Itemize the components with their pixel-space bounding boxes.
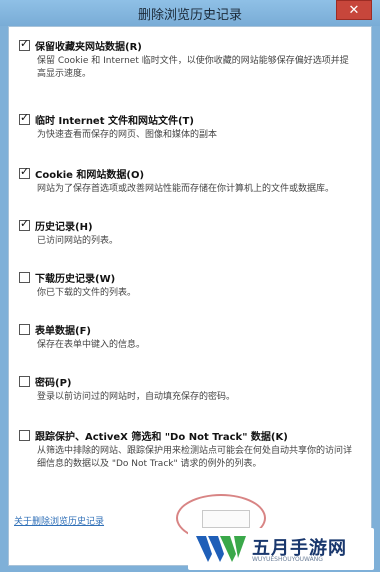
option-title[interactable]: 保留收藏夹网站数据(R) <box>35 38 142 53</box>
option-title[interactable]: 历史记录(H) <box>35 218 93 233</box>
option-description: 登录以前访问过的网站时，自动填充保存的密码。 <box>37 392 236 402</box>
checkbox-history[interactable]: ✓ <box>19 216 30 231</box>
option-title[interactable]: 表单数据(F) <box>35 322 91 337</box>
checkbox-form-data[interactable] <box>19 323 30 335</box>
option-form-data: 表单数据(F) 保存在表单中键入的信息。 <box>19 321 359 352</box>
option-description: 你已下载的文件的列表。 <box>37 288 137 298</box>
option-title[interactable]: 下载历史记录(W) <box>35 270 115 285</box>
option-tracking-protection: 跟踪保护、ActiveX 筛选和 "Do Not Track" 数据(K) 从筛… <box>19 427 359 471</box>
checkbox-temp-files[interactable]: ✓ <box>19 110 30 125</box>
option-cookies: ✓ Cookie 和网站数据(O) 网站为了保存首选项或改善网站性能而存储在你计… <box>19 165 359 196</box>
watermark-subtext: WUYUESHOUYOUWANG <box>252 556 323 563</box>
option-description: 网站为了保存首选项或改善网站性能而存储在你计算机上的文件或数据库。 <box>37 184 335 194</box>
checkmark-icon: ✓ <box>20 216 30 230</box>
checkbox-tracking-protection[interactable] <box>19 429 30 441</box>
w-logo-icon <box>196 536 246 562</box>
dialog-title: 删除浏览历史记录 <box>137 8 242 23</box>
option-description: 已访问网站的列表。 <box>37 236 119 246</box>
option-preserve-favorites: ✓ 保留收藏夹网站数据(R) 保留 Cookie 和 Internet 临时文件… <box>19 37 359 81</box>
option-description: 从筛选中排除的网站、跟踪保护用来检测站点可能会在何处自动共享你的访问详细信息的数… <box>37 446 353 469</box>
checkmark-icon: ✓ <box>20 164 30 178</box>
option-history: ✓ 历史记录(H) 已访问网站的列表。 <box>19 217 359 248</box>
option-download-history: 下载历史记录(W) 你已下载的文件的列表。 <box>19 269 359 300</box>
option-description: 保留 Cookie 和 Internet 临时文件，以使你收藏的网站能够保存偏好… <box>37 56 349 79</box>
checkbox-download-history[interactable] <box>19 271 30 283</box>
checkmark-icon: ✓ <box>20 36 30 50</box>
checkbox-preserve-favorites[interactable]: ✓ <box>19 36 30 51</box>
option-title[interactable]: 密码(P) <box>35 374 71 389</box>
close-button[interactable]: ✕ <box>336 0 372 20</box>
option-title[interactable]: 跟踪保护、ActiveX 筛选和 "Do Not Track" 数据(K) <box>35 428 288 443</box>
checkbox-cookies[interactable]: ✓ <box>19 164 30 179</box>
option-temp-files: ✓ 临时 Internet 文件和网站文件(T) 为快速查看而保存的网页、图像和… <box>19 111 359 142</box>
checkbox-passwords[interactable] <box>19 375 30 387</box>
option-description: 为快速查看而保存的网页、图像和媒体的副本 <box>37 130 218 140</box>
option-passwords: 密码(P) 登录以前访问过的网站时，自动填充保存的密码。 <box>19 373 359 404</box>
option-description: 保存在表单中键入的信息。 <box>37 340 146 350</box>
dialog-content: ✓ 保留收藏夹网站数据(R) 保留 Cookie 和 Internet 临时文件… <box>8 26 372 566</box>
watermark-logo: 五月手游网 WUYUESHOUYOUWANG <box>188 528 374 570</box>
option-title[interactable]: 临时 Internet 文件和网站文件(T) <box>35 112 194 127</box>
option-title[interactable]: Cookie 和网站数据(O) <box>35 166 144 181</box>
title-bar: 删除浏览历史记录 ✕ <box>0 0 380 26</box>
delete-browsing-history-dialog: 删除浏览历史记录 ✕ ✓ 保留收藏夹网站数据(R) 保留 Cookie 和 In… <box>0 0 380 572</box>
checkmark-icon: ✓ <box>20 110 30 124</box>
about-delete-history-link[interactable]: 关于删除浏览历史记录 <box>14 514 104 527</box>
delete-button[interactable] <box>202 510 250 528</box>
